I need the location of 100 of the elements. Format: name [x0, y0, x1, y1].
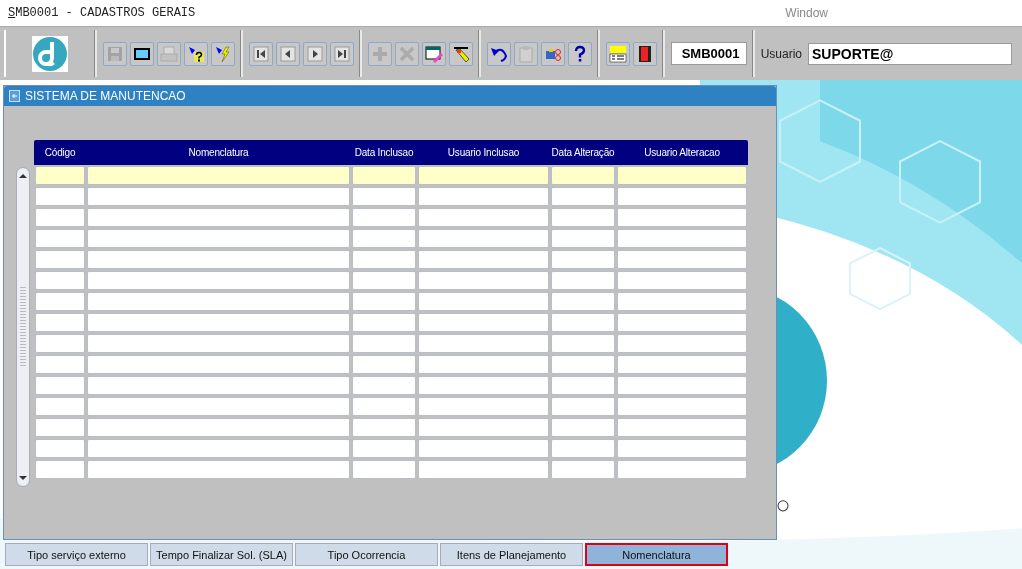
table-cell[interactable] — [87, 229, 350, 248]
table-cell[interactable] — [87, 208, 350, 227]
undo-button[interactable] — [486, 41, 511, 66]
table-cell[interactable] — [352, 229, 416, 248]
table-cell[interactable] — [35, 187, 85, 206]
table-cell[interactable] — [35, 292, 85, 311]
table-cell[interactable] — [35, 355, 85, 374]
table-cell[interactable] — [617, 208, 747, 227]
table-cell[interactable] — [418, 397, 549, 416]
table-cell[interactable] — [617, 292, 747, 311]
table-cell[interactable] — [617, 397, 747, 416]
table-cell[interactable] — [418, 208, 549, 227]
table-cell[interactable] — [352, 418, 416, 437]
menu-button[interactable] — [605, 41, 630, 66]
table-cell[interactable] — [35, 439, 85, 458]
table-cell[interactable] — [35, 397, 85, 416]
first-record-button[interactable] — [248, 41, 273, 66]
table-cell[interactable] — [35, 313, 85, 332]
table-cell[interactable] — [551, 418, 615, 437]
next-record-button[interactable] — [302, 41, 327, 66]
tab[interactable]: Tipo Ocorrencia — [295, 543, 438, 566]
table-cell[interactable] — [617, 460, 747, 479]
table-cell[interactable] — [352, 313, 416, 332]
table-cell[interactable] — [352, 208, 416, 227]
table-cell[interactable] — [551, 355, 615, 374]
table-cell[interactable] — [352, 250, 416, 269]
table-cell[interactable] — [551, 208, 615, 227]
table-cell[interactable] — [87, 187, 350, 206]
table-cell[interactable] — [87, 334, 350, 353]
table-cell[interactable] — [418, 418, 549, 437]
table-cell[interactable] — [617, 313, 747, 332]
table-cell[interactable] — [418, 439, 549, 458]
table-cell[interactable] — [551, 313, 615, 332]
table-cell[interactable] — [617, 418, 747, 437]
table-cell[interactable] — [551, 460, 615, 479]
table-cell[interactable] — [87, 292, 350, 311]
eraser-button[interactable] — [448, 41, 473, 66]
table-cell[interactable] — [617, 250, 747, 269]
table-cell[interactable] — [352, 271, 416, 290]
table-cell[interactable] — [418, 229, 549, 248]
table-cell[interactable] — [352, 334, 416, 353]
table-cell[interactable] — [352, 439, 416, 458]
help-button[interactable] — [567, 41, 592, 66]
tab[interactable]: Tipo serviço externo — [5, 543, 148, 566]
table-cell[interactable] — [87, 250, 350, 269]
table-cell[interactable] — [551, 187, 615, 206]
table-cell[interactable] — [352, 376, 416, 395]
table-cell[interactable] — [87, 418, 350, 437]
tab[interactable]: Nomenclatura — [585, 543, 728, 566]
table-cell[interactable] — [352, 460, 416, 479]
table-cell[interactable] — [617, 376, 747, 395]
table-cell[interactable] — [418, 292, 549, 311]
tab[interactable]: Itens de Planejamento — [440, 543, 583, 566]
table-cell[interactable] — [617, 334, 747, 353]
table-cell[interactable] — [418, 313, 549, 332]
table-cell[interactable] — [551, 271, 615, 290]
table-cell[interactable] — [617, 229, 747, 248]
table-cell[interactable] — [35, 208, 85, 227]
table-cell[interactable] — [551, 229, 615, 248]
table-cell[interactable] — [87, 271, 350, 290]
table-cell[interactable] — [352, 187, 416, 206]
table-cell[interactable] — [551, 376, 615, 395]
scroll-up-icon[interactable] — [18, 172, 28, 180]
table-cell[interactable] — [87, 313, 350, 332]
lightning-button[interactable] — [210, 41, 235, 66]
table-cell[interactable] — [551, 250, 615, 269]
table-cell[interactable] — [551, 334, 615, 353]
table-cell[interactable] — [352, 397, 416, 416]
table-cell[interactable] — [617, 166, 747, 185]
table-cell[interactable] — [418, 460, 549, 479]
table-cell[interactable] — [418, 166, 549, 185]
table-cell[interactable] — [35, 271, 85, 290]
table-cell[interactable] — [87, 460, 350, 479]
table-cell[interactable] — [617, 187, 747, 206]
table-cell[interactable] — [418, 187, 549, 206]
scroll-grip[interactable] — [20, 287, 26, 367]
table-cell[interactable] — [617, 439, 747, 458]
table-cell[interactable] — [551, 166, 615, 185]
door-button[interactable] — [632, 41, 657, 66]
table-cell[interactable] — [35, 376, 85, 395]
table-cell[interactable] — [551, 439, 615, 458]
table-cell[interactable] — [87, 397, 350, 416]
edit-button[interactable] — [421, 41, 446, 66]
table-cell[interactable] — [551, 397, 615, 416]
table-cell[interactable] — [35, 250, 85, 269]
table-cell[interactable] — [418, 376, 549, 395]
last-record-button[interactable] — [329, 41, 354, 66]
scrollbar[interactable] — [16, 167, 30, 487]
previous-record-button[interactable] — [275, 41, 300, 66]
window-menu[interactable]: Window — [785, 6, 828, 20]
window-button[interactable] — [129, 41, 154, 66]
query-button[interactable] — [183, 41, 208, 66]
table-cell[interactable] — [551, 292, 615, 311]
table-cell[interactable] — [87, 355, 350, 374]
table-cell[interactable] — [617, 271, 747, 290]
table-cell[interactable] — [35, 418, 85, 437]
table-cell[interactable] — [35, 334, 85, 353]
table-cell[interactable] — [87, 439, 350, 458]
table-cell[interactable] — [418, 271, 549, 290]
user-field[interactable]: SUPORTE@ — [808, 42, 1012, 65]
